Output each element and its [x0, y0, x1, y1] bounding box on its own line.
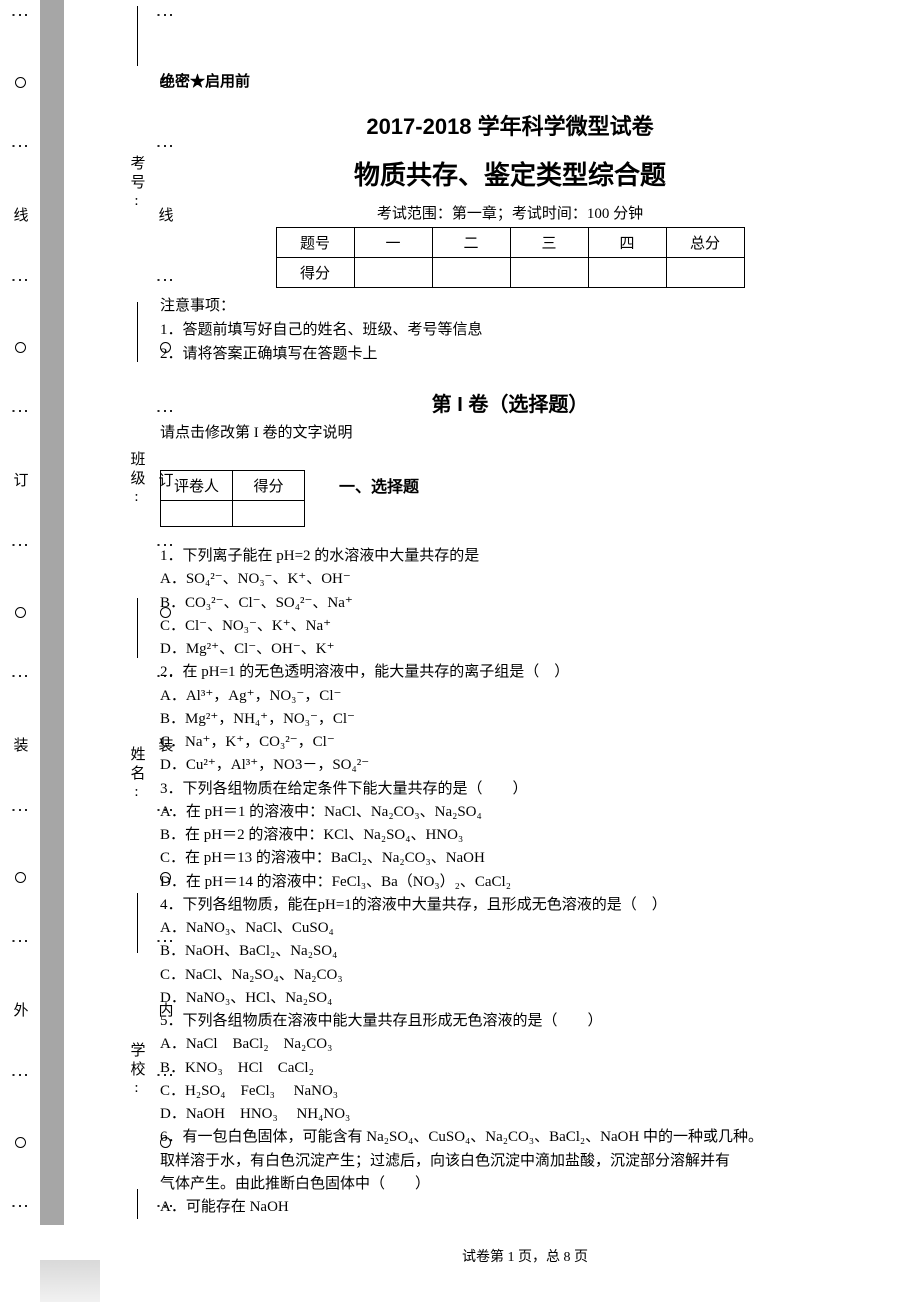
title-topic: 物质共存、鉴定类型综合题: [160, 155, 860, 192]
q5-opt-d: D．NaOH HNO₃ NH₄NO₃: [160, 1103, 860, 1126]
grader-block: 评卷人 得分 一、选择题: [160, 442, 860, 527]
question-list: 1．下列离子能在 pH=2 的水溶液中大量共存的是 A．SO₄²⁻、NO₃⁻、K…: [160, 545, 860, 1219]
q2-opt-b: B．Mg²⁺，NH₄⁺，NO₃⁻，Cl⁻: [160, 708, 860, 731]
part1-hint: 请点击修改第 I 卷的文字说明: [160, 421, 860, 442]
q5-opt-a: A．NaCl BaCl₂ Na₂CO₃: [160, 1033, 860, 1056]
q3-opt-d: D．在 pH＝14 的溶液中：FeCl₃、Ba（NO₃）₂、CaCl₂: [160, 871, 860, 894]
page-footer: 试卷第 1 页，总 8 页: [130, 1246, 920, 1266]
part1-title: 第 I 卷（选择题）: [160, 388, 860, 417]
exam-notes: 注意事项： 1．答题前填写好自己的姓名、班级、考号等信息 2．请将答案正确填写在…: [160, 294, 860, 366]
q2-opt-d: D．Cu²⁺，Al³⁺，NO3－，SO₄²⁻: [160, 754, 860, 777]
q3-stem: 3．下列各组物质在给定条件下能大量共存的是（ ）: [160, 778, 860, 801]
binding-gutter-inner: 考号: 班级: 姓名: 学校: ⋮⋮ 线 ⋮⋮ 订 ⋮⋮ 装 ⋮⋮ 内 ⋮⋮: [55, 0, 130, 1302]
q1-opt-d: D．Mg²⁺、Cl⁻、OH⁻、K⁺: [160, 638, 860, 661]
q2-stem: 2．在 pH=1 的无色透明溶液中，能大量共存的离子组是（ ）: [160, 661, 860, 684]
q4-opt-a: A．NaNO₃、NaCl、CuSO₄: [160, 917, 860, 940]
q4-opt-c: C．NaCl、Na₂SO₄、Na₂CO₃: [160, 964, 860, 987]
page-curl-shadow: [40, 1260, 100, 1302]
exam-page: ⋮⋮ 线 ⋮⋮ 订 ⋮⋮ 装 ⋮⋮ 外 ⋮⋮ 考号: 班级: 姓名: 学校: ⋮…: [0, 0, 920, 1302]
section-heading: 一、选择题: [339, 473, 419, 497]
score-header-row: 题号 一 二 三 四 总分: [276, 228, 744, 258]
q5-opt-c: C．H₂SO₄ FeCl₃ NaNO₃: [160, 1080, 860, 1103]
grader-table: 评卷人 得分: [160, 470, 305, 527]
q5-stem: 5．下列各组物质在溶液中能大量共存且形成无色溶液的是（ ）: [160, 1010, 860, 1033]
q4-opt-d: D．NaNO₃、HCl、Na₂SO₄: [160, 987, 860, 1010]
title-year: 2017-2018 学年科学微型试卷: [160, 109, 860, 141]
q5-opt-b: B．KNO₃ HCl CaCl₂: [160, 1057, 860, 1080]
q3-opt-b: B．在 pH＝2 的溶液中：KCl、Na₂SO₄、HNO₃: [160, 824, 860, 847]
q2-opt-c: C．Na⁺，K⁺，CO₃²⁻，Cl⁻: [160, 731, 860, 754]
q4-opt-b: B．NaOH、BaCl₂、Na₂SO₄: [160, 940, 860, 963]
dotted-column-outer: ⋮⋮ 线 ⋮⋮ 订 ⋮⋮ 装 ⋮⋮ 外 ⋮⋮: [10, 0, 30, 1225]
binding-gutter-outer: ⋮⋮ 线 ⋮⋮ 订 ⋮⋮ 装 ⋮⋮ 外 ⋮⋮: [0, 0, 55, 1302]
exam-content: 绝密★启用前 2017-2018 学年科学微型试卷 物质共存、鉴定类型综合题 考…: [130, 0, 920, 1302]
q1-opt-c: C．Cl⁻、NO₃⁻、K⁺、Na⁺: [160, 615, 860, 638]
q3-opt-c: C．在 pH＝13 的溶液中：BaCl₂、Na₂CO₃、NaOH: [160, 847, 860, 870]
exam-scope: 考试范围：第一章；考试时间：100 分钟: [160, 202, 860, 223]
q6-stem-3: 气体产生。由此推断白色固体中（ ）: [160, 1173, 860, 1196]
q1-opt-a: A．SO₄²⁻、NO₃⁻、K⁺、OH⁻: [160, 568, 860, 591]
q6-stem-1: 6．有一包白色固体，可能含有 Na₂SO₄、CuSO₄、Na₂CO₃、BaCl₂…: [160, 1126, 860, 1149]
q1-opt-b: B．CO₃²⁻、Cl⁻、SO₄²⁻、Na⁺: [160, 592, 860, 615]
q6-opt-a: A．可能存在 NaOH: [160, 1196, 860, 1219]
note-1: 1．答题前填写好自己的姓名、班级、考号等信息: [160, 318, 860, 342]
q3-opt-a: A．在 pH＝1 的溶液中：NaCl、Na₂CO₃、Na₂SO₄: [160, 801, 860, 824]
q6-stem-2: 取样溶于水，有白色沉淀产生；过滤后，向该白色沉淀中滴加盐酸，沉淀部分溶解并有: [160, 1150, 860, 1173]
q2-opt-a: A．Al³⁺，Ag⁺，NO₃⁻，Cl⁻: [160, 685, 860, 708]
notes-heading: 注意事项：: [160, 294, 860, 318]
score-value-row: 得分: [276, 258, 744, 288]
q4-stem: 4．下列各组物质，能在pH=1的溶液中大量共存，且形成无色溶液的是（ ）: [160, 894, 860, 917]
confidential-mark: 绝密★启用前: [160, 70, 860, 91]
note-2: 2．请将答案正确填写在答题卡上: [160, 342, 860, 366]
q1-stem: 1．下列离子能在 pH=2 的水溶液中大量共存的是: [160, 545, 860, 568]
score-table: 题号 一 二 三 四 总分 得分: [276, 227, 745, 288]
